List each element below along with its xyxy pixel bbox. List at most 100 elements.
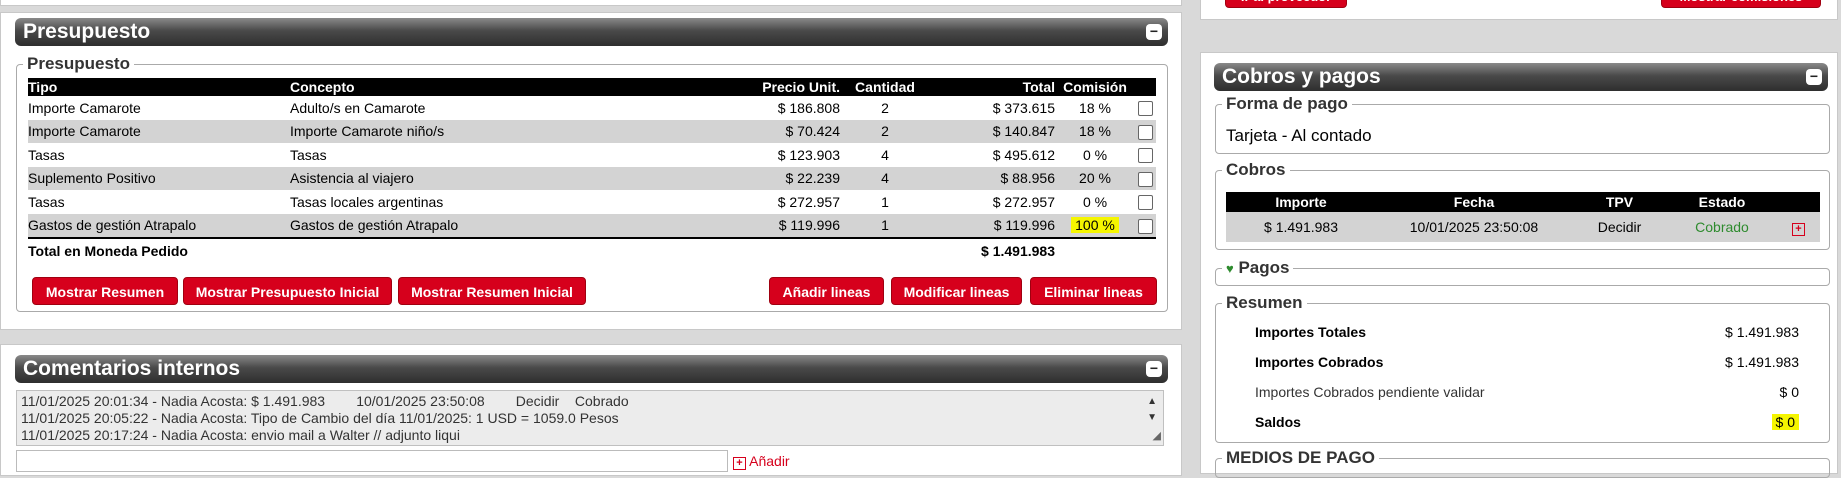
table-row: Tasas Tasas locales argentinas $ 272.957… [28,190,1156,214]
cell-comision: 20 % [1055,166,1135,190]
resumen-row: Importes Cobrados pendiente validar $ 0 [1255,384,1799,404]
top-left-card-fragment [0,0,1182,6]
cell-tipo: Gastos de gestión Atrapalo [28,213,290,238]
forma-pago-value: Tarjeta - Al contado [1226,126,1372,145]
row-checkbox[interactable] [1138,218,1153,234]
cell-precio: $ 186.808 [777,99,840,116]
presupuesto-legend: Presupuesto [27,54,130,73]
cobros-pagos-section-bar: Cobros y pagos − [1214,63,1828,91]
modificar-lineas-button[interactable]: Modificar lineas [891,277,1022,305]
new-comment-input[interactable] [16,450,728,472]
cell-cantidad: 2 [840,119,930,143]
cell-cantidad: 1 [881,193,889,210]
cell-concepto: Importe Camarote niño/s [290,119,690,143]
add-icon: + [733,457,746,470]
table-row: Importe Camarote Importe Camarote niño/s… [28,119,1156,143]
cell-total: $ 88.956 [930,166,1055,190]
table-row: Tasas Tasas $ 123.903 4 $ 495.612 0 % [28,143,1156,167]
comment-line: 11/01/2025 20:01:34 - Nadia Acosta: $ 1.… [21,393,629,409]
cell-tipo: Suplemento Positivo [28,166,290,190]
col-header-precio: Precio Unit. [690,78,840,96]
cell-concepto: Asistencia al viajero [290,166,690,190]
scroll-up-icon[interactable]: ▲ [1147,393,1157,410]
resumen-row: Importes Cobrados $ 1.491.983 [1255,354,1799,374]
col-header-importe: Importe [1226,192,1376,212]
row-checkbox[interactable] [1138,101,1153,117]
pagos-legend-label: Pagos [1238,258,1290,277]
cell-cantidad: 4 [840,166,930,190]
row-checkbox[interactable] [1138,148,1153,164]
forma-pago-legend: Forma de pago [1226,94,1348,113]
cell-tpv: Decidir [1572,212,1667,242]
pagos-fieldset: ♥ Pagos [1215,258,1830,286]
mostrar-comisiones-button[interactable]: Mostrar comisiones [1661,0,1821,8]
medios-pago-fieldset: MEDIOS DE PAGO [1215,448,1830,478]
cell-total: $ 140.847 [930,119,1055,143]
cell-comision: 0 % [1082,193,1108,210]
minimize-icon[interactable]: − [1146,361,1162,377]
table-row: Importe Camarote Adulto/s en Camarote $ … [28,96,1156,120]
scroll-down-icon[interactable]: ▼ [1147,409,1157,426]
medios-pago-legend: MEDIOS DE PAGO [1226,448,1375,467]
row-checkbox[interactable] [1138,124,1153,140]
row-checkbox[interactable] [1138,171,1153,187]
resumen-row: Importes Totales $ 1.491.983 [1255,324,1799,344]
resize-handle-icon[interactable]: ◢ [1153,428,1161,445]
comments-log[interactable]: 11/01/2025 20:01:34 - Nadia Acosta: $ 1.… [16,390,1164,446]
col-header-cantidad: Cantidad [840,78,930,96]
cell-total: $ 119.996 [930,213,1055,238]
cell-cantidad: 4 [881,146,889,163]
cobros-pagos-title: Cobros y pagos [1222,65,1381,88]
cell-precio: $ 70.424 [690,119,840,143]
comment-line: 11/01/2025 20:05:22 - Nadia Acosta: Tipo… [21,410,619,426]
col-header-total: Total [930,78,1055,96]
mostrar-resumen-inicial-button[interactable]: Mostrar Resumen Inicial [398,277,586,305]
cobros-table: Importe Fecha TPV Estado $ 1.491.983 10/… [1226,192,1820,242]
table-header-row: Tipo Concepto Precio Unit. Cantidad Tota… [28,78,1156,96]
resumen-value: $ 1.491.983 [1725,324,1799,340]
cell-cantidad: 2 [881,99,889,116]
cell-precio: $ 22.239 [690,166,840,190]
comment-line: 11/01/2025 20:17:24 - Nadia Acosta: envi… [21,427,460,443]
total-row: Total en Moneda Pedido $ 1.491.983 [28,238,1156,263]
col-header-tpv: TPV [1572,192,1667,212]
expand-icon[interactable]: + [1792,222,1805,236]
cell-total: $ 272.957 [992,193,1055,210]
cell-total: $ 373.615 [992,99,1055,116]
cell-precio: $ 119.996 [690,213,840,238]
cell-comision: 100 % [1055,213,1135,238]
col-header-actions [1777,192,1820,212]
total-label: Total en Moneda Pedido [28,242,188,259]
resumen-value: $ 1.491.983 [1725,354,1799,370]
ir-al-proveedor-button[interactable]: Ir al proveedor [1225,0,1347,8]
table-row: Gastos de gestión Atrapalo Gastos de ges… [28,213,1156,238]
add-comment-link[interactable]: + Añadir [733,453,790,470]
highlighted-comision: 100 % [1071,217,1119,234]
cell-tipo: Tasas [28,146,65,163]
cell-estado: Cobrado [1667,212,1777,242]
cell-concepto: Gastos de gestión Atrapalo [290,213,690,238]
cell-tipo: Importe Camarote [28,99,141,116]
cell-comision: 0 % [1082,146,1108,163]
cell-precio: $ 123.903 [777,146,840,163]
cell-concepto: Adulto/s en Camarote [290,99,426,116]
highlighted-saldo: $ 0 [1771,414,1799,430]
minimize-icon[interactable]: − [1806,69,1822,85]
total-value: $ 1.491.983 [981,242,1055,259]
minimize-icon[interactable]: − [1146,24,1162,40]
eliminar-lineas-button[interactable]: Eliminar lineas [1030,277,1157,305]
resumen-value: $ 0 [1779,384,1799,400]
table-row: $ 1.491.983 10/01/2025 23:50:08 Decidir … [1226,212,1820,242]
comentarios-section-bar: Comentarios internos − [15,355,1168,383]
cell-importe: $ 1.491.983 [1226,212,1376,242]
anadir-lineas-button[interactable]: Añadir lineas [769,277,884,305]
presupuesto-section-title: Presupuesto [23,20,151,43]
mostrar-resumen-button[interactable]: Mostrar Resumen [32,277,178,305]
col-header-concepto: Concepto [290,78,690,96]
cobros-header-row: Importe Fecha TPV Estado [1226,192,1820,212]
cobros-legend: Cobros [1226,160,1286,179]
mostrar-presupuesto-inicial-button[interactable]: Mostrar Presupuesto Inicial [183,277,392,305]
cell-comision: 18 % [1079,99,1111,116]
cell-precio: $ 272.957 [777,193,840,210]
row-checkbox[interactable] [1138,195,1153,211]
